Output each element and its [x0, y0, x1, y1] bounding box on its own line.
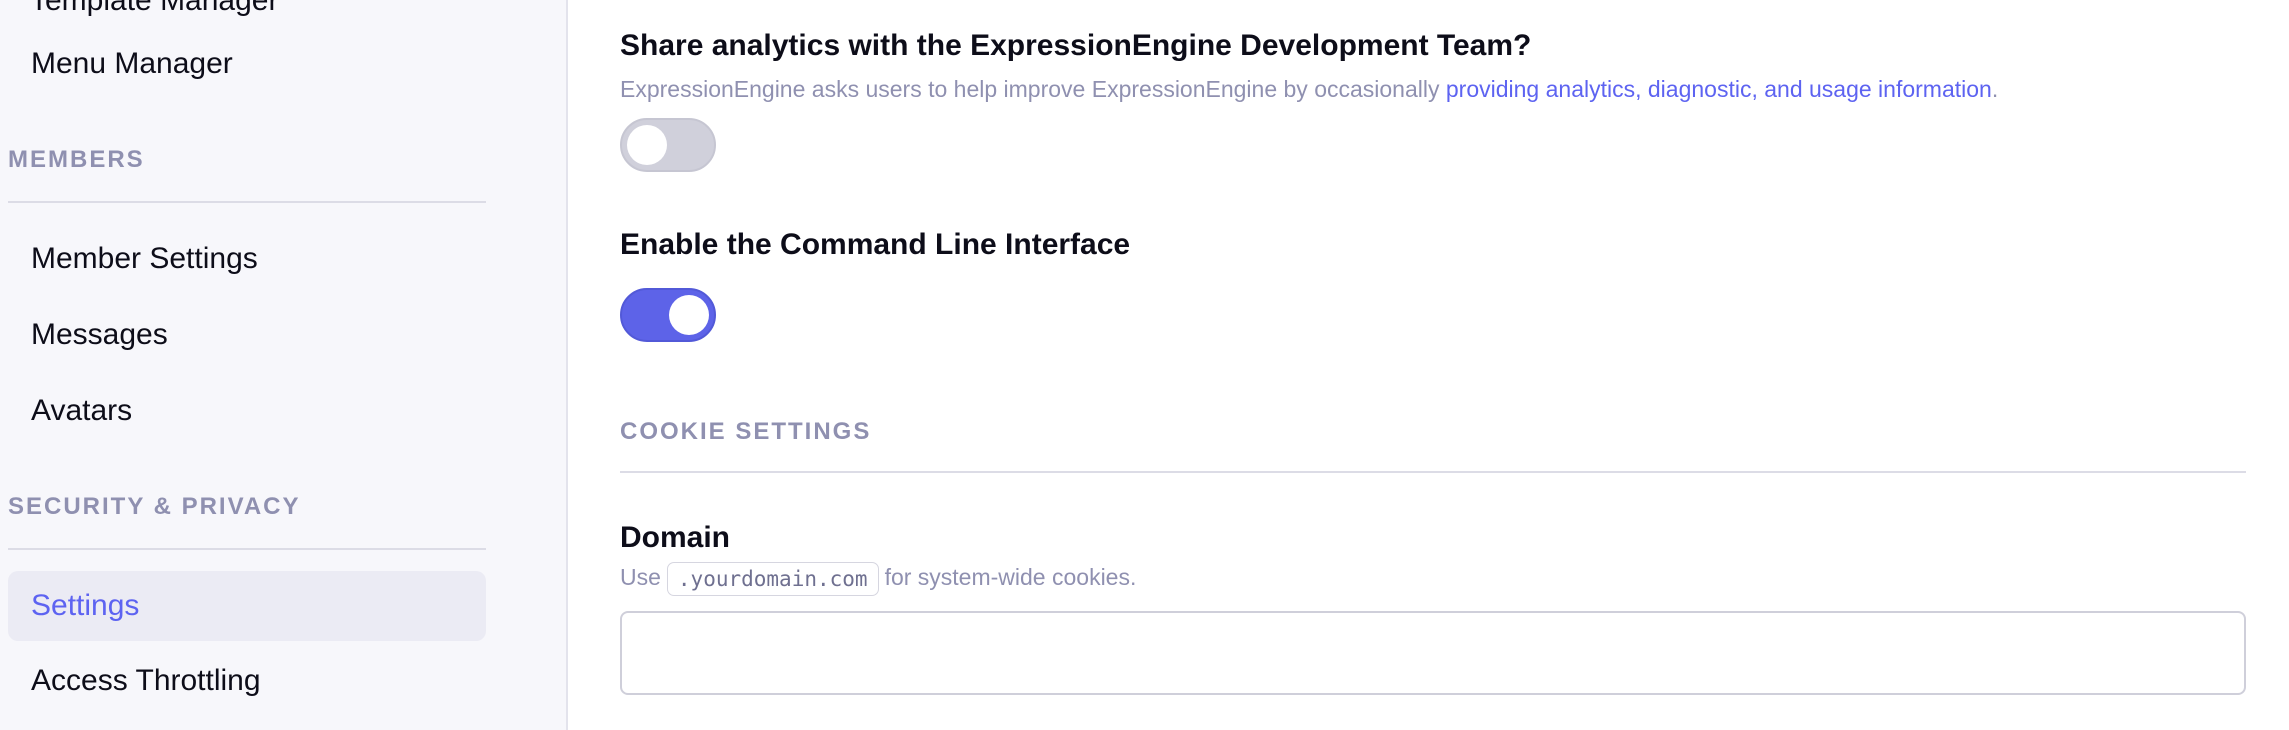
sidebar-item-member-settings[interactable]: Member Settings: [8, 224, 486, 294]
sidebar-item-label: Avatars: [31, 394, 133, 427]
domain-code-example: .yourdomain.com: [666, 562, 879, 596]
cli-field-title: Enable the Command Line Interface: [620, 228, 1131, 261]
sidebar-heading-security-privacy: SECURITY & PRIVACY: [8, 493, 301, 520]
sidebar-item-template-manager[interactable]: Template Manager: [30, 0, 278, 18]
analytics-toggle[interactable]: [620, 118, 716, 172]
sidebar-item-settings[interactable]: Settings: [8, 571, 486, 641]
domain-desc-suffix: for system-wide cookies.: [884, 564, 1137, 591]
domain-input[interactable]: [620, 611, 2246, 695]
sidebar-item-label: Messages: [31, 318, 168, 351]
cli-toggle[interactable]: [620, 288, 716, 342]
sidebar-divider: [8, 201, 486, 203]
sidebar-item-messages[interactable]: Messages: [8, 300, 486, 370]
sidebar-item-menu-manager[interactable]: Menu Manager: [8, 29, 486, 99]
sidebar-item-avatars[interactable]: Avatars: [8, 376, 486, 446]
sidebar-item-label: Access Throttling: [31, 664, 261, 697]
analytics-desc-text: ExpressionEngine asks users to help impr…: [620, 76, 1446, 102]
settings-form: Share analytics with the ExpressionEngin…: [568, 0, 2289, 730]
sidebar-item-label: Settings: [31, 589, 140, 622]
domain-field-title: Domain: [620, 521, 731, 554]
domain-desc-prefix: Use: [620, 564, 661, 591]
sidebar-divider: [8, 548, 486, 550]
toggle-knob: [627, 125, 667, 165]
analytics-info-link[interactable]: providing analytics, diagnostic, and usa…: [1446, 76, 1992, 102]
section-divider: [620, 471, 2246, 473]
sidebar-item-access-throttling[interactable]: Access Throttling: [8, 646, 486, 716]
analytics-desc-suffix: .: [1991, 76, 1999, 102]
sidebar-heading-members: MEMBERS: [8, 146, 145, 173]
cookie-settings-heading: COOKIE SETTINGS: [620, 418, 872, 445]
domain-field-description: Use .yourdomain.com for system-wide cookie…: [620, 562, 1136, 596]
toggle-knob: [669, 295, 709, 335]
analytics-field-title: Share analytics with the ExpressionEngin…: [620, 29, 1532, 62]
app-window: Template Manager Menu Manager MEMBERS Me…: [0, 0, 2289, 730]
sidebar-item-label: Menu Manager: [31, 47, 233, 80]
analytics-field-description: ExpressionEngine asks users to help impr…: [620, 76, 1998, 103]
sidebar: Template Manager Menu Manager MEMBERS Me…: [0, 0, 568, 730]
sidebar-item-label: Member Settings: [31, 242, 258, 275]
